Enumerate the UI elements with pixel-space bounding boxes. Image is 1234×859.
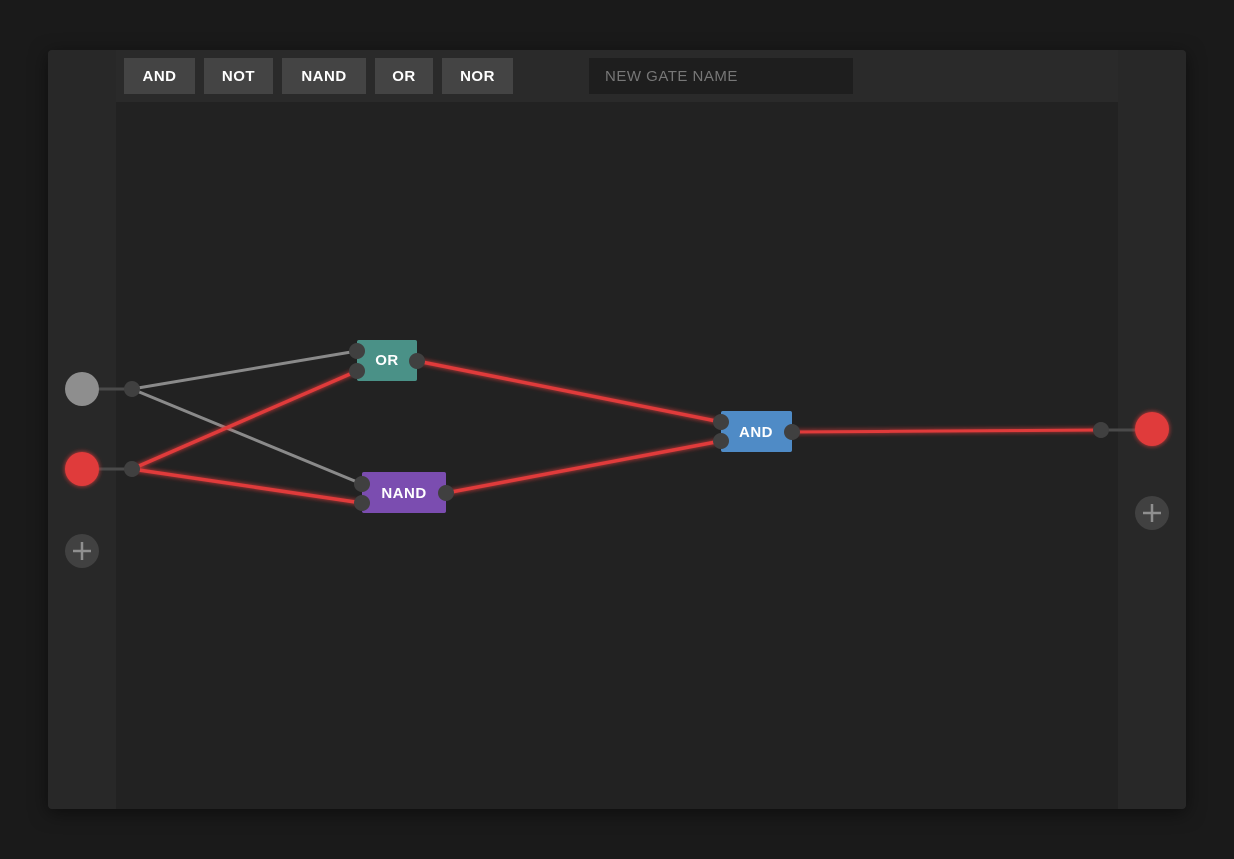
input-2-toggle[interactable]: [65, 452, 99, 486]
input-1-port[interactable]: [124, 381, 140, 397]
logic-editor-window: AND NOT NAND OR NOR NEW GATE NAME OR NAN…: [48, 50, 1186, 809]
or-input-b-port[interactable]: [349, 363, 365, 379]
wire-nand-to-and[interactable]: [445, 439, 722, 495]
nand-output-port[interactable]: [438, 485, 454, 501]
nand-input-b-port[interactable]: [354, 495, 370, 511]
gate-nand[interactable]: NAND: [354, 472, 454, 513]
or-input-a-port[interactable]: [349, 343, 365, 359]
and-input-b-port[interactable]: [713, 433, 729, 449]
nand-gate-label: NAND: [381, 485, 426, 502]
and-output-port[interactable]: [784, 424, 800, 440]
wire-input1-to-or[interactable]: [131, 349, 358, 391]
nand-input-a-port[interactable]: [354, 476, 370, 492]
or-gate-label: OR: [375, 352, 399, 369]
wire-or-to-and[interactable]: [416, 359, 722, 424]
gate-and[interactable]: AND: [713, 411, 800, 452]
output-1-port[interactable]: [1093, 422, 1109, 438]
input-1-toggle[interactable]: [65, 372, 99, 406]
circuit-graph: OR NAND AND: [65, 340, 1169, 568]
and-gate-label: AND: [739, 424, 773, 441]
gate-or[interactable]: OR: [349, 340, 425, 381]
and-input-a-port[interactable]: [713, 414, 729, 430]
output-1-indicator: [1135, 412, 1169, 446]
input-2-port[interactable]: [124, 461, 140, 477]
wire-input2-to-nand[interactable]: [131, 467, 363, 505]
wire-input1-to-nand[interactable]: [131, 387, 363, 486]
wire-input2-to-or[interactable]: [131, 369, 358, 471]
wire-and-to-output[interactable]: [791, 428, 1102, 434]
add-input-button[interactable]: [65, 534, 99, 568]
or-output-port[interactable]: [409, 353, 425, 369]
add-output-button[interactable]: [1135, 496, 1169, 530]
